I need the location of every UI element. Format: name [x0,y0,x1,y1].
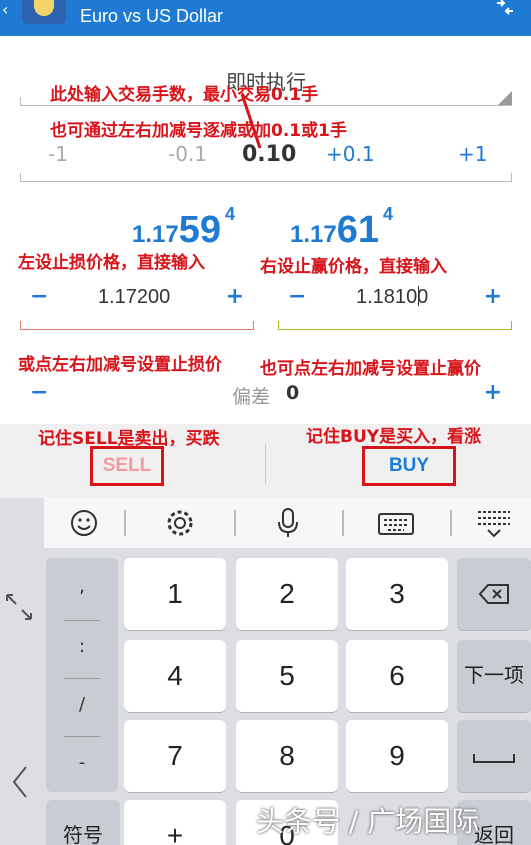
text-caret [418,286,420,306]
hide-keyboard-icon[interactable] [474,506,514,540]
symbol-key[interactable]: , [46,576,118,597]
deviation-field: − 偏差 0 + [20,376,512,416]
keyboard-icon[interactable] [376,506,416,540]
take-profit-plus-button[interactable]: + [484,284,502,309]
key-1[interactable]: 1 [124,558,226,630]
symbol-key[interactable]: : [46,636,118,657]
resize-keyboard-icon[interactable] [4,592,34,622]
stop-loss-field: − 1.17200 + [20,278,254,330]
annotation-sl-adjust: 或点左右加减号设置止损价 [18,355,222,375]
next-field-key[interactable]: 下一项 [457,640,531,712]
emoji-icon[interactable] [64,506,104,540]
annotation-tp-adjust: 也可点左右加减号设置止赢价 [260,359,481,379]
key-3[interactable]: 3 [346,558,448,630]
space-key[interactable] [457,720,531,792]
app-header: ‹ Euro vs US Dollar [0,0,531,36]
key-6[interactable]: 6 [346,640,448,712]
take-profit-minus-button[interactable]: − [288,284,306,309]
key-5[interactable]: 5 [236,640,338,712]
bid-price: 1.1759 4 [132,204,236,251]
stop-loss-input[interactable]: 1.17200 [98,286,170,309]
symbol-flag-icon [22,0,66,24]
symbol-key[interactable]: - [46,752,118,773]
volume-plus-1-button[interactable]: +1 [458,142,487,166]
annotation-sl-input: 左设止损价格，直接输入 [18,253,205,273]
microphone-icon[interactable] [268,506,308,540]
symbols-key[interactable]: 符号 [46,800,120,845]
take-profit-field: − 1.18100 + [278,278,512,330]
volume-stepper: -1 -0.1 0.10 +0.1 +1 [20,138,512,182]
key-8[interactable]: 8 [236,720,338,792]
backspace-key[interactable] [457,558,531,630]
key-7[interactable]: 7 [124,720,226,792]
keyboard-left-rail [0,498,44,845]
back-chevron-icon[interactable]: ‹ [2,0,8,19]
deviation-plus-button[interactable]: + [484,380,502,405]
stop-loss-plus-button[interactable]: + [226,284,244,309]
take-profit-input[interactable]: 1.18100 [356,286,428,309]
watermark: 头条号 / 广场国际 [256,805,480,838]
exchange-arrows-icon[interactable] [493,0,517,16]
collapse-left-icon[interactable] [10,764,30,800]
deviation-minus-button[interactable]: − [30,380,48,405]
symbol-key[interactable]: / [46,694,118,715]
annotation-sell: 记住SELL是卖出，买跌 [38,429,220,449]
deviation-label: 偏差 [232,386,271,408]
ask-price: 1.1761 4 [290,204,394,251]
symbol-column: , : / - [46,558,118,792]
volume-minus-0.1-button[interactable]: -0.1 [168,142,207,166]
symbol-title: Euro vs US Dollar [80,6,224,26]
key-9[interactable]: 9 [346,720,448,792]
volume-plus-0.1-button[interactable]: +0.1 [326,142,375,166]
buy-button[interactable]: BUY [362,446,456,486]
backspace-icon [478,584,509,604]
volume-minus-1-button[interactable]: -1 [48,142,68,166]
annotation-arrow [240,93,262,149]
key-plus[interactable]: + [124,800,226,845]
key-2[interactable]: 2 [236,558,338,630]
dropdown-triangle-icon [498,91,512,105]
stop-loss-minus-button[interactable]: − [30,284,48,309]
keyboard-toolbar [44,498,531,548]
annotation-volume-input: 此处输入交易手数，最小交易0.1手 [50,85,319,105]
soft-keyboard: , : / - 1 2 3 4 5 6 下一项 7 8 9 符号 + 0 返回 [0,498,531,845]
action-divider [265,444,266,484]
deviation-input[interactable]: 0 [286,382,299,404]
sell-button[interactable]: SELL [90,446,164,486]
settings-gear-icon[interactable] [160,506,200,540]
space-bar-icon [473,754,515,763]
annotation-tp-input: 右设止赢价格，直接输入 [260,257,447,277]
key-4[interactable]: 4 [124,640,226,712]
annotation-buy: 记住BUY是买入，看涨 [306,427,482,447]
annotation-volume-adjust: 也可通过左右加减号逐减或加0.1或1手 [50,121,347,141]
